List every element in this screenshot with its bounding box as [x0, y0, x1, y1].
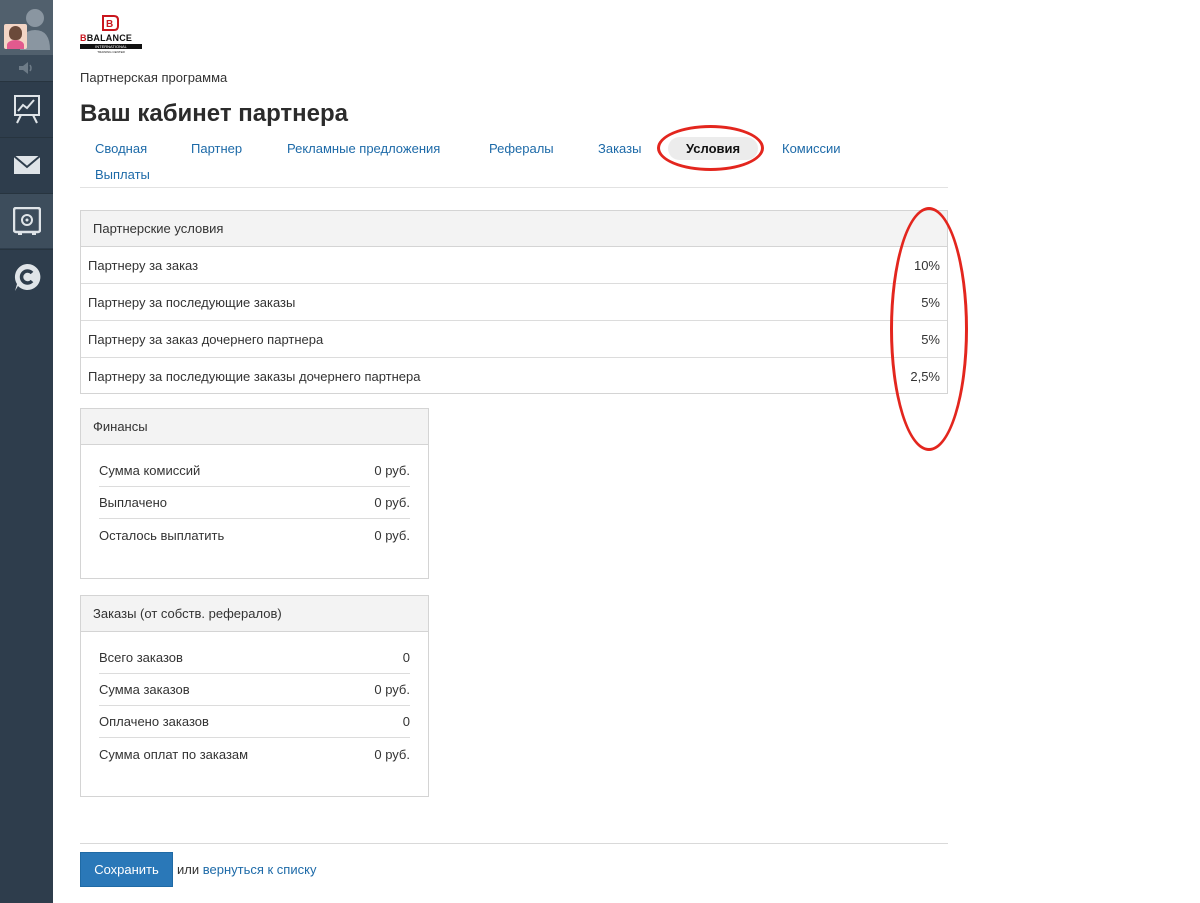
- svg-text:B: B: [106, 19, 113, 30]
- orders-row: Оплачено заказов 0: [99, 706, 410, 738]
- back-to-list-link[interactable]: вернуться к списку: [203, 862, 317, 877]
- orders-title: Заказы (от собств. рефералов): [81, 596, 428, 632]
- conditions-row: Партнеру за заказ 10%: [81, 247, 947, 284]
- finance-value: 0 руб.: [374, 495, 410, 510]
- finance-label: Осталось выплатить: [99, 527, 225, 543]
- orders-label: Всего заказов: [99, 650, 183, 665]
- tab-ad-offers[interactable]: Рекламные предложения: [287, 141, 440, 156]
- orders-value: 0 руб.: [374, 682, 410, 697]
- conditions-row: Партнеру за заказ дочернего партнера 5%: [81, 321, 947, 358]
- finance-value: 0 руб.: [374, 463, 410, 478]
- finance-label: Сумма комиссий: [99, 463, 201, 478]
- condition-label: Партнеру за заказ: [88, 257, 199, 273]
- condition-value: 5%: [921, 331, 940, 347]
- condition-value: 5%: [921, 294, 940, 310]
- user-avatar[interactable]: [0, 0, 53, 55]
- orders-row: Сумма оплат по заказам 0 руб.: [99, 738, 410, 770]
- orders-value: 0: [402, 714, 410, 729]
- orders-panel: Заказы (от собств. рефералов) Всего зака…: [80, 595, 429, 797]
- logo: B BBALANCE INTERNATIONAL TRAINING CENTER: [80, 14, 144, 54]
- breadcrumb[interactable]: Партнерская программа: [80, 70, 227, 85]
- logo-sub: INTERNATIONAL: [80, 44, 142, 49]
- safe-icon: [12, 207, 41, 235]
- sidebar-item-mail[interactable]: [0, 137, 53, 192]
- conditions-panel: Партнерские условия Партнеру за заказ 10…: [80, 210, 948, 394]
- sidebar: [0, 0, 53, 903]
- orders-label: Сумма заказов: [99, 682, 190, 697]
- footer-divider: [80, 843, 948, 844]
- finance-value: 0 руб.: [374, 527, 410, 543]
- chat-c-icon: [14, 263, 40, 291]
- finances-row: Осталось выплатить 0 руб.: [99, 519, 410, 551]
- sound-toggle[interactable]: [0, 55, 53, 81]
- condition-value: 2,5%: [910, 369, 940, 384]
- footer-or-text: или: [177, 862, 200, 877]
- conditions-title: Партнерские условия: [81, 211, 947, 247]
- conditions-row: Партнеру за последующие заказы 5%: [81, 284, 947, 321]
- logo-text: BALANCE: [86, 33, 133, 43]
- tab-conditions[interactable]: Условия: [668, 137, 759, 160]
- finances-row: Выплачено 0 руб.: [99, 487, 410, 519]
- sidebar-item-chat[interactable]: [0, 249, 53, 304]
- save-button[interactable]: Сохранить: [80, 852, 173, 887]
- avatar-photo: [4, 24, 27, 49]
- orders-value: 0 руб.: [374, 746, 410, 762]
- finance-label: Выплачено: [99, 495, 167, 510]
- tab-payouts[interactable]: Выплаты: [95, 167, 150, 182]
- condition-value: 10%: [913, 257, 940, 273]
- tab-referrals[interactable]: Рефералы: [489, 141, 554, 156]
- tab-orders[interactable]: Заказы: [598, 141, 641, 156]
- orders-list: Всего заказов 0 Сумма заказов 0 руб. Опл…: [99, 642, 410, 770]
- orders-label: Оплачено заказов: [99, 714, 209, 729]
- orders-row: Всего заказов 0: [99, 642, 410, 674]
- sidebar-item-stats[interactable]: [0, 81, 53, 136]
- tab-partner[interactable]: Партнер: [191, 141, 242, 156]
- condition-label: Партнеру за заказ дочернего партнера: [88, 331, 324, 347]
- finances-list: Сумма комиссий 0 руб. Выплачено 0 руб. О…: [99, 455, 410, 551]
- orders-label: Сумма оплат по заказам: [99, 746, 249, 762]
- logo-sub-2: TRAINING CENTER: [97, 50, 125, 54]
- condition-label: Партнеру за последующие заказы: [88, 294, 296, 310]
- footer-actions: или вернуться к списку: [177, 862, 316, 877]
- conditions-row: Партнеру за последующие заказы дочернего…: [81, 358, 947, 395]
- orders-value: 0: [402, 650, 410, 665]
- tab-summary[interactable]: Сводная: [95, 141, 147, 156]
- condition-label: Партнеру за последующие заказы дочернего…: [88, 369, 421, 384]
- orders-row: Сумма заказов 0 руб.: [99, 674, 410, 706]
- sidebar-item-partner[interactable]: [0, 193, 53, 248]
- tab-commissions[interactable]: Комиссии: [782, 141, 841, 156]
- mail-icon: [12, 155, 41, 174]
- tab-bar: Сводная Партнер Рекламные предложения Ре…: [80, 125, 948, 188]
- finances-row: Сумма комиссий 0 руб.: [99, 455, 410, 487]
- finances-panel: Финансы Сумма комиссий 0 руб. Выплачено …: [80, 408, 429, 579]
- chart-easel-icon: [13, 95, 40, 124]
- page-title: Ваш кабинет партнера: [80, 100, 349, 127]
- finances-title: Финансы: [81, 409, 428, 445]
- speaker-icon: [18, 62, 32, 74]
